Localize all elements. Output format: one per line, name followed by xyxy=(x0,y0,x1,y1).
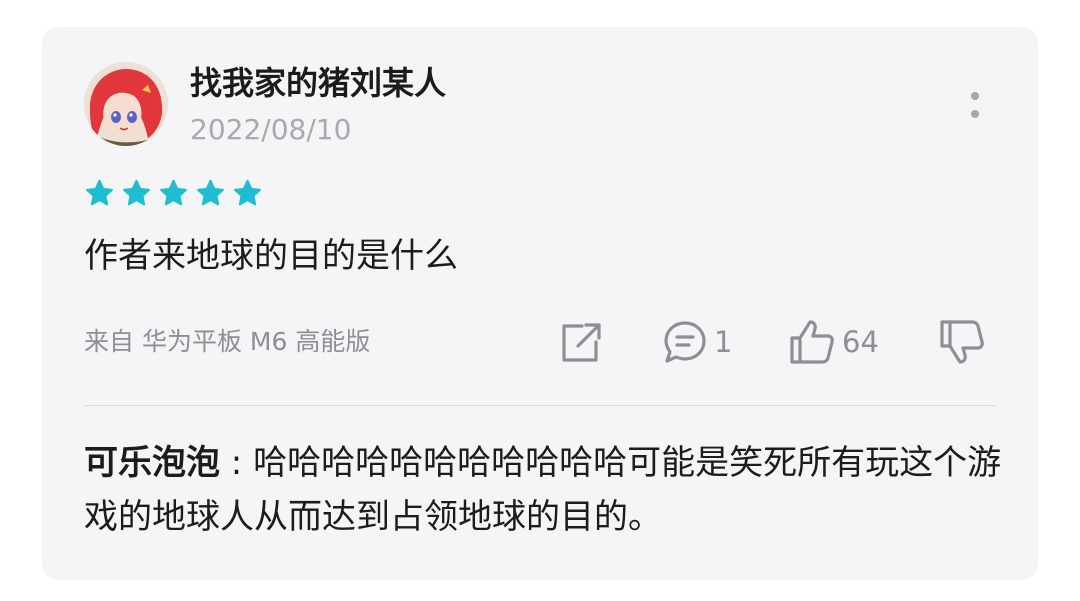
thumbs-up-icon xyxy=(790,320,834,364)
thumbs-down-icon xyxy=(940,320,984,364)
username[interactable]: 找我家的猪刘某人 xyxy=(190,62,446,104)
more-vertical-icon[interactable] xyxy=(960,86,990,126)
star-icon xyxy=(160,179,187,206)
like-count: 64 xyxy=(842,325,879,359)
avatar[interactable] xyxy=(84,62,168,146)
reply-author[interactable]: 可乐泡泡 xyxy=(84,443,220,483)
reply-separator: : xyxy=(220,443,254,483)
review-date: 2022/08/10 xyxy=(190,113,352,146)
divider xyxy=(84,405,996,406)
device-info: 来自 华为平板 M6 高能版 xyxy=(84,327,371,356)
star-icon xyxy=(123,179,150,206)
comment-button[interactable]: 1 xyxy=(662,318,732,366)
star-icon xyxy=(234,179,261,206)
like-button[interactable]: 64 xyxy=(788,318,879,366)
star-icon xyxy=(86,179,113,206)
share-icon xyxy=(562,323,601,362)
share-button[interactable] xyxy=(556,318,604,366)
comment-icon xyxy=(664,321,706,363)
reply[interactable]: 可乐泡泡 : 哈哈哈哈哈哈哈哈哈哈哈可能是笑死所有玩这个游戏的地球人从而达到占领… xyxy=(84,436,1004,544)
dislike-button[interactable] xyxy=(938,318,986,366)
star-icon xyxy=(197,179,224,206)
rating-stars xyxy=(84,178,263,209)
comment-count: 1 xyxy=(714,325,733,359)
review-text: 作者来地球的目的是什么 xyxy=(84,236,458,276)
